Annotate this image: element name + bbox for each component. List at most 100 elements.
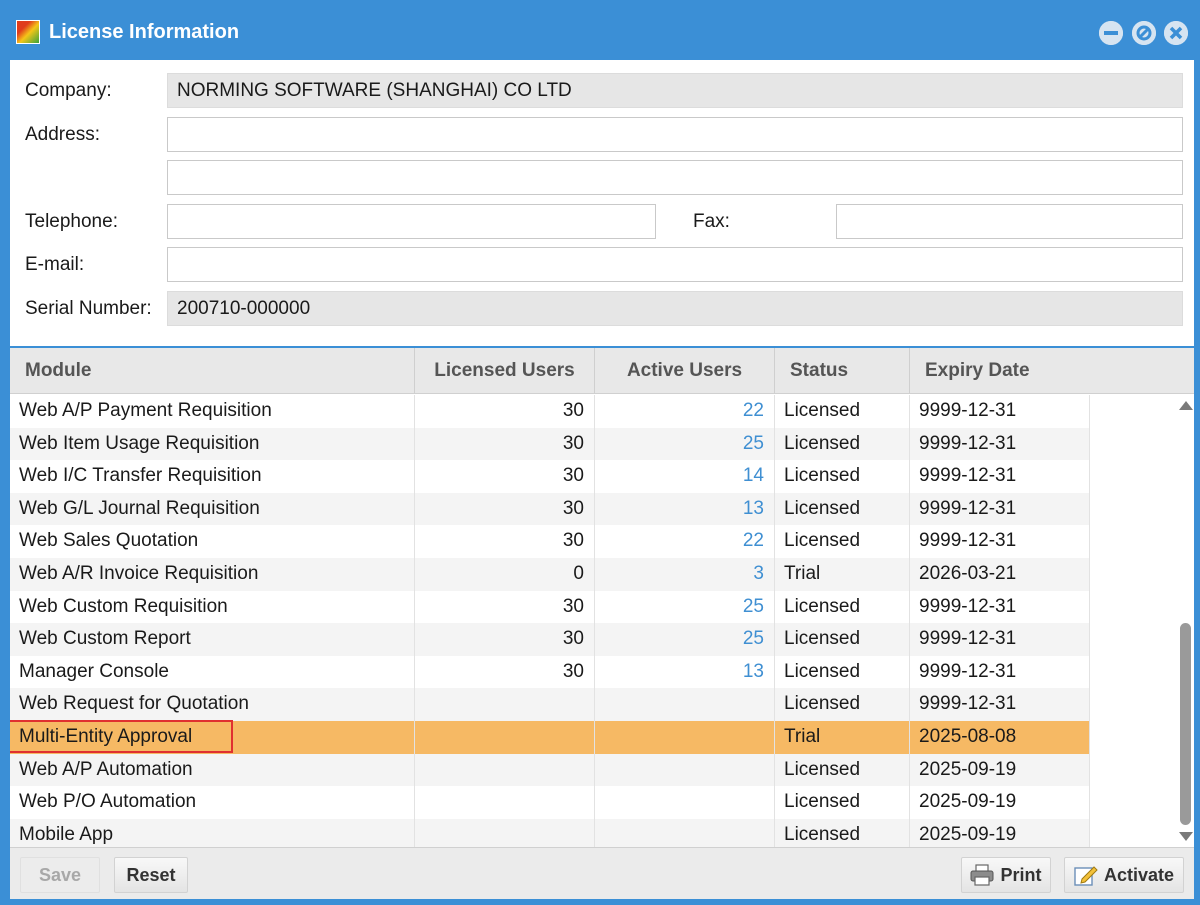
- licensed-users-cell: 30: [415, 395, 595, 428]
- licensed-users-cell: 30: [415, 460, 595, 493]
- serial-number-field: 200710-000000: [167, 291, 1183, 326]
- active-users-cell: [595, 688, 775, 721]
- save-button[interactable]: Save: [20, 857, 100, 893]
- table-row[interactable]: Web Custom Requisition 30 25 Licensed 9999-1…: [10, 590, 1090, 624]
- active-users-cell: 13: [595, 492, 775, 526]
- status-cell: Licensed: [775, 753, 910, 787]
- expiry-date-cell: 9999-12-31: [910, 655, 1090, 689]
- active-users-cell: [595, 721, 775, 754]
- active-users-cell: 22: [595, 395, 775, 428]
- column-header-active-users[interactable]: Active Users: [595, 348, 775, 394]
- licensed-users-cell: [415, 721, 595, 754]
- module-license-grid: Module Licensed Users Active Users Statu…: [10, 347, 1194, 847]
- table-row[interactable]: Web Sales Quotation 30 22 Licensed 9999-12-3…: [10, 525, 1090, 558]
- status-cell: Licensed: [775, 786, 910, 819]
- table-row[interactable]: Web Request for Quotation Licensed 9999-12…: [10, 688, 1090, 721]
- module-cell: Web A/P Automation: [10, 753, 415, 787]
- column-header-expiry-date[interactable]: Expiry Date: [910, 348, 1194, 394]
- activate-button[interactable]: Activate: [1064, 857, 1184, 893]
- status-cell: Licensed: [775, 688, 910, 721]
- activate-edit-icon: [1074, 866, 1098, 886]
- status-cell: Licensed: [775, 492, 910, 526]
- expiry-date-cell: 9999-12-31: [910, 623, 1090, 656]
- table-row[interactable]: Web Item Usage Requisition 30 25 Licensed 99…: [10, 427, 1090, 461]
- table-row[interactable]: Mobile App Licensed 2025-09-19: [10, 818, 1090, 847]
- title-bar[interactable]: License Information: [0, 0, 1200, 60]
- module-cell: Web A/R Invoice Requisition: [10, 558, 415, 591]
- active-users-cell: [595, 818, 775, 847]
- licensed-users-cell: [415, 786, 595, 819]
- expiry-date-cell: 2025-09-19: [910, 786, 1090, 819]
- window-title: License Information: [49, 21, 240, 43]
- table-row[interactable]: Web P/O Automation Licensed 2025-09-19: [10, 786, 1090, 819]
- expiry-date-cell: 2025-09-19: [910, 818, 1090, 847]
- module-cell: Web Custom Requisition: [10, 590, 415, 624]
- grid-scrollbar[interactable]: [1176, 395, 1194, 847]
- active-users-cell: 14: [595, 460, 775, 493]
- status-cell: Licensed: [775, 655, 910, 689]
- email-field[interactable]: [167, 247, 1183, 282]
- licensed-users-cell: 30: [415, 590, 595, 624]
- scroll-up-arrow-icon[interactable]: [1179, 401, 1193, 410]
- close-icon[interactable]: [1164, 21, 1188, 45]
- status-cell: Licensed: [775, 395, 910, 428]
- print-label: Print: [1000, 865, 1042, 885]
- active-users-cell: 25: [595, 623, 775, 656]
- expiry-date-cell: 9999-12-31: [910, 460, 1090, 493]
- company-label: Company:: [25, 80, 112, 101]
- reset-button[interactable]: Reset: [114, 857, 188, 893]
- module-cell: Manager Console: [10, 655, 415, 689]
- table-row[interactable]: Web A/P Payment Requisition 30 22 Licensed 9…: [10, 395, 1090, 428]
- module-cell: Mobile App: [10, 818, 415, 847]
- column-header-module[interactable]: Module: [10, 348, 415, 394]
- column-header-licensed-users[interactable]: Licensed Users: [415, 348, 595, 394]
- fax-label: Fax:: [693, 211, 730, 232]
- minimize-icon[interactable]: [1099, 21, 1123, 45]
- active-users-cell: 22: [595, 525, 775, 558]
- active-users-cell: [595, 753, 775, 787]
- expiry-date-cell: 9999-12-31: [910, 590, 1090, 624]
- status-cell: Licensed: [775, 818, 910, 847]
- active-users-cell: 3: [595, 558, 775, 591]
- scrollbar-thumb[interactable]: [1180, 623, 1191, 825]
- grid-header: Module Licensed Users Active Users Statu…: [10, 348, 1194, 394]
- app-logo-icon: [16, 20, 40, 44]
- print-button[interactable]: Print: [961, 857, 1051, 893]
- address-line2-field[interactable]: [167, 160, 1183, 195]
- expiry-date-cell: 9999-12-31: [910, 427, 1090, 461]
- licensed-users-cell: 30: [415, 655, 595, 689]
- table-row[interactable]: Manager Console 30 13 Licensed 9999-12-31: [10, 655, 1090, 689]
- licensed-users-cell: [415, 818, 595, 847]
- module-cell: Multi-Entity Approval: [10, 721, 415, 754]
- module-cell: Web I/C Transfer Requisition: [10, 460, 415, 493]
- table-row[interactable]: Web Custom Report 30 25 Licensed 9999-12-31: [10, 623, 1090, 656]
- address-line1-field[interactable]: [167, 117, 1183, 152]
- serial-number-label: Serial Number:: [25, 298, 152, 319]
- status-cell: Trial: [775, 721, 910, 754]
- licensed-users-cell: 30: [415, 623, 595, 656]
- activate-label: Activate: [1103, 865, 1175, 885]
- license-form: Company: NORMING SOFTWARE (SHANGHAI) CO …: [10, 60, 1194, 346]
- telephone-field[interactable]: [167, 204, 656, 239]
- module-cell: Web G/L Journal Requisition: [10, 492, 415, 526]
- expiry-date-cell: 2025-08-08: [910, 721, 1090, 754]
- table-row[interactable]: Web G/L Journal Requisition 30 13 Licensed 9…: [10, 492, 1090, 526]
- module-cell: Web A/P Payment Requisition: [10, 395, 415, 428]
- scroll-down-arrow-icon[interactable]: [1179, 832, 1193, 841]
- table-row[interactable]: Web A/P Automation Licensed 2025-09-19: [10, 753, 1090, 787]
- module-cell: Web Request for Quotation: [10, 688, 415, 721]
- table-row[interactable]: Web I/C Transfer Requisition 30 14 Licensed…: [10, 460, 1090, 493]
- licensed-users-cell: 0: [415, 558, 595, 591]
- expiry-date-cell: 9999-12-31: [910, 688, 1090, 721]
- table-row[interactable]: Multi-Entity Approval Trial 2025-08-08: [10, 720, 1090, 754]
- telephone-label: Telephone:: [25, 211, 118, 232]
- fax-field[interactable]: [836, 204, 1183, 239]
- table-row[interactable]: Web A/R Invoice Requisition 0 3 Trial 2026-0…: [10, 558, 1090, 591]
- status-cell: Licensed: [775, 427, 910, 461]
- module-cell: Web P/O Automation: [10, 786, 415, 819]
- address-label: Address:: [25, 124, 100, 145]
- restore-icon[interactable]: [1132, 21, 1156, 45]
- column-header-status[interactable]: Status: [775, 348, 910, 394]
- module-cell: Web Item Usage Requisition: [10, 427, 415, 461]
- active-users-cell: 25: [595, 427, 775, 461]
